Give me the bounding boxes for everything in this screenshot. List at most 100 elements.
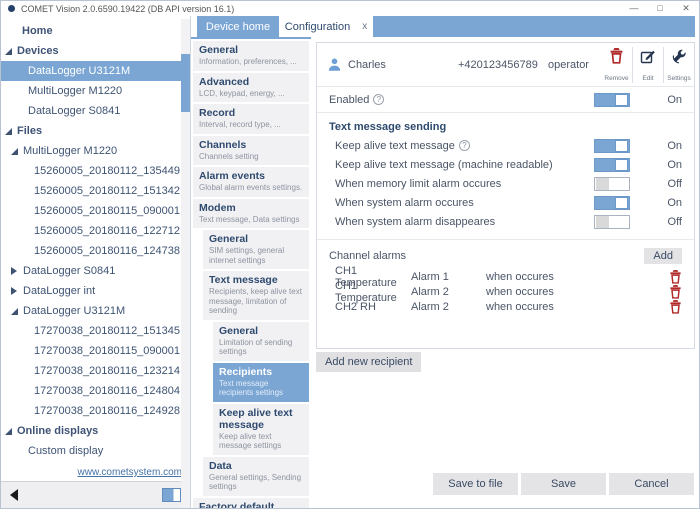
menu-item-title: Text message: [209, 274, 304, 286]
toggle-switch[interactable]: [594, 139, 630, 153]
remove-button[interactable]: Remove: [601, 47, 632, 83]
sidebar-item[interactable]: 15260005_20180115_090001.msx: [1, 201, 190, 221]
sidebar-item[interactable]: 15260005_20180112_151342.msx: [1, 181, 190, 201]
save-to-file-button[interactable]: Save to file: [433, 473, 518, 495]
menu-item[interactable]: GeneralInformation, preferences, ...: [193, 41, 309, 71]
menu-item[interactable]: GeneralSIM settings, general internet se…: [203, 230, 309, 269]
add-alarm-button[interactable]: Add: [644, 248, 682, 264]
tree-indent-spacer: [11, 71, 23, 72]
sidebar-item[interactable]: Home: [1, 21, 190, 41]
delete-alarm-button[interactable]: [664, 285, 682, 299]
menu-item[interactable]: Keep alive text messageKeep alive text m…: [213, 404, 309, 455]
sidebar-item-label: 17270038_20180116_124804.msx: [34, 385, 190, 397]
sidebar-item[interactable]: Online displays: [1, 421, 190, 441]
sidebar-item[interactable]: Custom display: [1, 441, 190, 461]
sidebar-item-label: Home: [22, 25, 53, 37]
expanded-triangle-icon[interactable]: [5, 48, 12, 55]
sidebar-item-label: 15260005_20180115_090001.msx: [34, 205, 190, 217]
sidebar-item-label: DataLogger int: [23, 285, 95, 297]
menu-item[interactable]: GeneralLimitation of sending settings: [213, 322, 309, 361]
tab-close-icon[interactable]: x: [362, 21, 367, 32]
tab-configuration[interactable]: Configuration x: [279, 16, 373, 37]
toggle-switch[interactable]: [594, 177, 630, 191]
sidebar-item[interactable]: DataLogger S0841: [1, 261, 190, 281]
help-icon[interactable]: ?: [373, 94, 384, 105]
menu-item-title: Data: [209, 460, 304, 472]
sidebar-item[interactable]: 17270038_20180116_123214.msx: [1, 361, 190, 381]
menu-item-title: General: [209, 233, 304, 245]
recipient-name: Charles: [348, 59, 458, 71]
collapsed-triangle-icon[interactable]: [11, 267, 17, 275]
sidebar-item[interactable]: 17270038_20180116_124804.msx: [1, 381, 190, 401]
toggle-switch[interactable]: [594, 215, 630, 229]
sidebar-item[interactable]: 15260005_20180112_135449.msx: [1, 161, 190, 181]
menu-item-subtitle: Text message recipients settings: [219, 379, 304, 398]
sidebar-item[interactable]: Devices: [1, 41, 190, 61]
app-window: COMET Vision 2.0.6590.19422 (DB API vers…: [0, 0, 700, 509]
save-button[interactable]: Save: [521, 473, 606, 495]
sidebar-item[interactable]: DataLogger U3121M: [1, 301, 190, 321]
close-button[interactable]: ✕: [673, 3, 699, 14]
sidebar-tree: HomeDevicesDataLogger U3121MMultiLogger …: [1, 16, 190, 465]
cometsystem-link[interactable]: www.cometsystem.com: [78, 467, 182, 478]
menu-item[interactable]: Factory defaultRestore to factory defaul…: [193, 498, 309, 509]
menu-item[interactable]: ChannelsChannels setting: [193, 136, 309, 166]
window-title: COMET Vision 2.0.6590.19422 (DB API vers…: [21, 4, 234, 14]
toggle-switch[interactable]: [594, 158, 630, 172]
tab-device-home[interactable]: Device home: [197, 16, 279, 37]
tree-indent-spacer: [17, 331, 29, 332]
menu-item-title: General: [219, 325, 304, 337]
expanded-triangle-icon[interactable]: [11, 308, 18, 315]
menu-item[interactable]: Text messageRecipients, keep alive text …: [203, 271, 309, 320]
sidebar-item[interactable]: 15260005_20180116_122712.msx: [1, 221, 190, 241]
sidebar-item[interactable]: MultiLogger M1220: [1, 81, 190, 101]
cancel-button[interactable]: Cancel: [609, 473, 694, 495]
sidebar-item[interactable]: Files: [1, 121, 190, 141]
enabled-row: Enabled ? On: [317, 87, 694, 113]
tree-indent-spacer: [5, 31, 17, 32]
help-icon[interactable]: ?: [459, 140, 470, 151]
menu-item[interactable]: DataGeneral settings, Sending settings: [203, 457, 309, 496]
sidebar-scrollbar-track[interactable]: [181, 19, 190, 508]
expanded-triangle-icon[interactable]: [5, 428, 12, 435]
menu-item-subtitle: Global alarm events settings.: [199, 183, 304, 193]
toggle-switch[interactable]: [594, 196, 630, 210]
delete-alarm-button[interactable]: [664, 270, 682, 284]
expanded-triangle-icon[interactable]: [5, 128, 12, 135]
maximize-button[interactable]: □: [647, 3, 673, 14]
menu-item[interactable]: ModemText message, Data settings: [193, 199, 309, 229]
collapsed-triangle-icon[interactable]: [11, 287, 17, 295]
enabled-toggle[interactable]: [594, 93, 630, 107]
delete-alarm-button[interactable]: [664, 300, 682, 314]
setting-label-text: Keep alive text message: [335, 140, 455, 152]
trash-icon: [669, 285, 682, 299]
sidebar-item[interactable]: 17270038_20180116_124928.msx: [1, 401, 190, 421]
sidebar-scrollbar-thumb[interactable]: [181, 54, 190, 112]
configuration-menu: GeneralInformation, preferences, ...Adva…: [191, 37, 311, 508]
collapse-sidebar-icon[interactable]: [10, 489, 18, 501]
toggle-state: On: [630, 197, 682, 209]
sidebar-item[interactable]: DataLogger int: [1, 281, 190, 301]
menu-item-subtitle: Interval, record type, ...: [199, 120, 304, 130]
menu-item[interactable]: AdvancedLCD, keypad, energy, ...: [193, 73, 309, 103]
sidebar-item-label: 17270038_20180115_090001.msx: [34, 345, 190, 357]
panel-layout-icon[interactable]: [162, 488, 181, 502]
minimize-button[interactable]: —: [621, 3, 647, 14]
settings-button[interactable]: Settings: [663, 47, 694, 83]
edit-button[interactable]: Edit: [632, 47, 663, 83]
add-new-recipient-button[interactable]: Add new recipient: [316, 352, 421, 372]
sidebar-item[interactable]: 15260005_20180116_124738.msx: [1, 241, 190, 261]
menu-item[interactable]: Alarm eventsGlobal alarm events settings…: [193, 167, 309, 197]
sidebar-item[interactable]: 17270038_20180115_090001.msx: [1, 341, 190, 361]
sidebar-item[interactable]: DataLogger U3121M: [1, 61, 190, 81]
sidebar-item[interactable]: DataLogger S0841: [1, 101, 190, 121]
sidebar-item[interactable]: 17270038_20180112_151345.msx: [1, 321, 190, 341]
sidebar-item-label: 17270038_20180116_124928.msx: [34, 405, 190, 417]
menu-item-subtitle: SIM settings, general internet settings: [209, 246, 304, 265]
menu-item[interactable]: RecordInterval, record type, ...: [193, 104, 309, 134]
sidebar-item-label: MultiLogger M1220: [23, 145, 117, 157]
sidebar-item[interactable]: MultiLogger M1220: [1, 141, 190, 161]
channel-alarms-header: Channel alarms Add: [329, 246, 682, 266]
menu-item[interactable]: RecipientsText message recipients settin…: [213, 363, 309, 402]
expanded-triangle-icon[interactable]: [11, 148, 18, 155]
